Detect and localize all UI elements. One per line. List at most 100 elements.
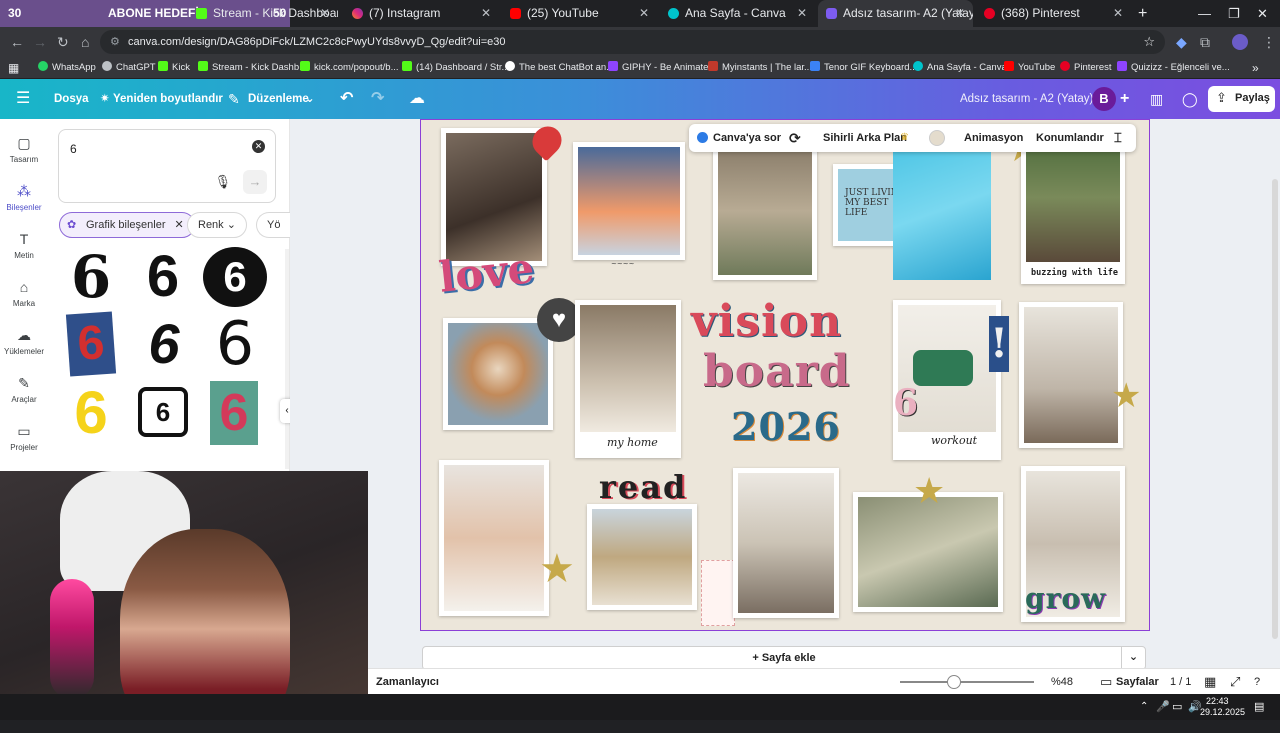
- hamburger-menu-icon[interactable]: ☰: [16, 79, 30, 119]
- undo-icon[interactable]: ↶: [340, 79, 353, 119]
- fullscreen-icon[interactable]: ⤢: [1230, 669, 1240, 695]
- photo-stone-house[interactable]: [713, 142, 817, 280]
- result-six-cutout-green[interactable]: 6: [210, 381, 258, 445]
- gold-star-sticker[interactable]: ★: [539, 546, 575, 592]
- microphone-icon[interactable]: 🎤: [1156, 694, 1170, 720]
- profile-avatar[interactable]: [1232, 34, 1248, 50]
- chevron-down-icon[interactable]: ⌄: [1121, 646, 1145, 670]
- user-avatar[interactable]: B: [1092, 87, 1116, 111]
- maximize-icon[interactable]: ❐: [1228, 0, 1240, 27]
- gold-star-sticker[interactable]: ★: [1111, 376, 1141, 416]
- zoom-level[interactable]: %48: [1051, 669, 1073, 695]
- bookmark-item[interactable]: WhatsApp: [38, 57, 96, 79]
- editor-scrollbar[interactable]: [1272, 179, 1278, 639]
- minimize-icon[interactable]: —: [1198, 0, 1211, 27]
- extension-icon[interactable]: ◆: [1176, 27, 1187, 57]
- chevron-down-icon[interactable]: ⌄: [305, 79, 315, 119]
- bookmark-item[interactable]: Quizizz - Eğlenceli ve...: [1117, 57, 1230, 79]
- love-sticker[interactable]: love: [437, 243, 537, 302]
- bookmark-item[interactable]: Pinterest: [1060, 57, 1112, 79]
- result-six-brush[interactable]: 6: [64, 247, 118, 307]
- forward-icon[interactable]: →: [33, 27, 47, 57]
- position-button[interactable]: Konumlandır: [1036, 124, 1104, 152]
- bookmark-item[interactable]: ChatGPT: [102, 57, 156, 79]
- bookmark-item[interactable]: Ana Sayfa - Canva: [913, 57, 1007, 79]
- tab-instagram[interactable]: (7) Instagram ✕: [344, 0, 499, 27]
- document-title[interactable]: Adsız tasarım - A2 (Yatay): [960, 79, 1093, 119]
- panel-scrollbar[interactable]: [285, 249, 289, 469]
- bookmark-item[interactable]: Kick: [158, 57, 190, 79]
- remove-filter-icon[interactable]: ✕: [175, 219, 184, 231]
- url-field[interactable]: ⚙ canva.com/design/DAG86pDiFck/LZMC2c8cP…: [100, 30, 1165, 54]
- photo-corgi[interactable]: [443, 318, 553, 430]
- nav-elements[interactable]: ⁂ Bileşenler: [0, 183, 48, 212]
- close-icon[interactable]: ✕: [1113, 0, 1123, 27]
- cloud-save-icon[interactable]: ☁: [409, 79, 425, 119]
- menu-kebab-icon[interactable]: ⋮: [1262, 27, 1276, 57]
- photo-laptop[interactable]: [733, 468, 839, 618]
- bookmark-item[interactable]: YouTube: [1004, 57, 1055, 79]
- photo-skincare[interactable]: [439, 460, 549, 616]
- animation-button[interactable]: Animasyon: [964, 124, 1023, 152]
- bookmark-item[interactable]: GIPHY - Be Animated: [608, 57, 714, 79]
- close-icon[interactable]: ✕: [955, 0, 965, 27]
- microphone-icon[interactable]: 🎙: [214, 174, 231, 190]
- tab-canva-home[interactable]: Ana Sayfa - Canva ✕: [660, 0, 815, 27]
- back-icon[interactable]: ←: [10, 27, 24, 57]
- vision-board-page[interactable]: love ~~~~ JUST LIVING MY BEST LIFE ★ buz…: [420, 119, 1150, 631]
- pages-button[interactable]: Sayfalar: [1116, 669, 1159, 695]
- result-six-boxed[interactable]: 6: [138, 387, 188, 437]
- photo-yoga[interactable]: [1019, 302, 1123, 448]
- tray-chevron-icon[interactable]: ⌃: [1140, 694, 1148, 720]
- nav-text[interactable]: T Metin: [0, 231, 48, 260]
- exclaim-sticker[interactable]: !: [989, 316, 1009, 372]
- reload-icon[interactable]: ↻: [57, 27, 69, 57]
- close-icon[interactable]: ✕: [797, 0, 807, 27]
- filter-chip-more[interactable]: Yö: [256, 212, 291, 238]
- result-six-yellow[interactable]: 6: [66, 381, 116, 445]
- paint-format-icon[interactable]: ⌶: [1114, 124, 1122, 152]
- result-six-cutout-blue[interactable]: 6: [65, 311, 117, 377]
- file-menu-button[interactable]: Dosya: [54, 79, 89, 119]
- grid-view-icon[interactable]: ▦: [1204, 669, 1216, 695]
- read-sticker[interactable]: read: [599, 468, 687, 506]
- more-bookmarks-icon[interactable]: »: [1252, 57, 1259, 79]
- add-page-button[interactable]: + Sayfa ekle ⌄: [422, 646, 1146, 670]
- tab-kick-dashboard[interactable]: Stream - Kick Dashboard ✕: [188, 0, 338, 27]
- gold-star-sticker[interactable]: ★: [913, 470, 945, 512]
- nav-brand[interactable]: ⌂ Marka: [0, 279, 48, 308]
- editing-mode-button[interactable]: Düzenleme: [248, 79, 309, 119]
- nav-design[interactable]: ▢ Tasarım: [0, 135, 48, 164]
- network-icon[interactable]: ▭: [1172, 694, 1182, 720]
- magic-background-button[interactable]: Sihirli Arka Plan: [823, 124, 907, 152]
- bookmark-item[interactable]: The best ChatBot an...: [505, 57, 614, 79]
- add-collaborator-icon[interactable]: +: [1120, 79, 1129, 119]
- site-info-icon[interactable]: ⚙: [110, 30, 120, 54]
- bookmark-item[interactable]: Stream - Kick Dashb...: [198, 57, 307, 79]
- share-button[interactable]: ⇪ Paylaş: [1208, 86, 1275, 112]
- nav-tools[interactable]: ✎ Araçlar: [0, 375, 48, 404]
- result-six-circle[interactable]: 6: [203, 247, 267, 307]
- board-sticker[interactable]: board: [703, 346, 851, 397]
- search-submit-icon[interactable]: →: [243, 170, 267, 194]
- year-sticker[interactable]: 2026: [731, 404, 841, 449]
- ask-canva-button[interactable]: Canva'ya sor: [713, 124, 781, 152]
- bookmark-item[interactable]: (14) Dashboard / Str...: [402, 57, 509, 79]
- home-icon[interactable]: ⌂: [81, 27, 89, 57]
- clear-search-icon[interactable]: ✕: [252, 140, 265, 153]
- timer-button[interactable]: Zamanlayıcı: [376, 669, 439, 695]
- bookmark-item[interactable]: kick.com/popout/b...: [300, 57, 398, 79]
- photo-workout[interactable]: workout: [893, 300, 1001, 460]
- nav-uploads[interactable]: ☁ Yüklemeler: [0, 327, 48, 356]
- close-icon[interactable]: ✕: [320, 0, 330, 27]
- photo-my-home[interactable]: my home: [575, 300, 681, 458]
- search-input[interactable]: 6 ✕ 🎙 →: [58, 129, 276, 203]
- bookmark-item[interactable]: Myinstants | The lar...: [708, 57, 812, 79]
- comment-icon[interactable]: ◯: [1182, 79, 1198, 119]
- pool-water-image[interactable]: [893, 140, 991, 280]
- zoom-slider-handle[interactable]: [946, 675, 961, 689]
- vision-sticker[interactable]: vision: [691, 296, 842, 347]
- nav-projects[interactable]: ▭ Projeler: [0, 423, 48, 452]
- result-six-bold[interactable]: 6: [136, 247, 190, 307]
- tab-youtube[interactable]: (25) YouTube ✕: [502, 0, 657, 27]
